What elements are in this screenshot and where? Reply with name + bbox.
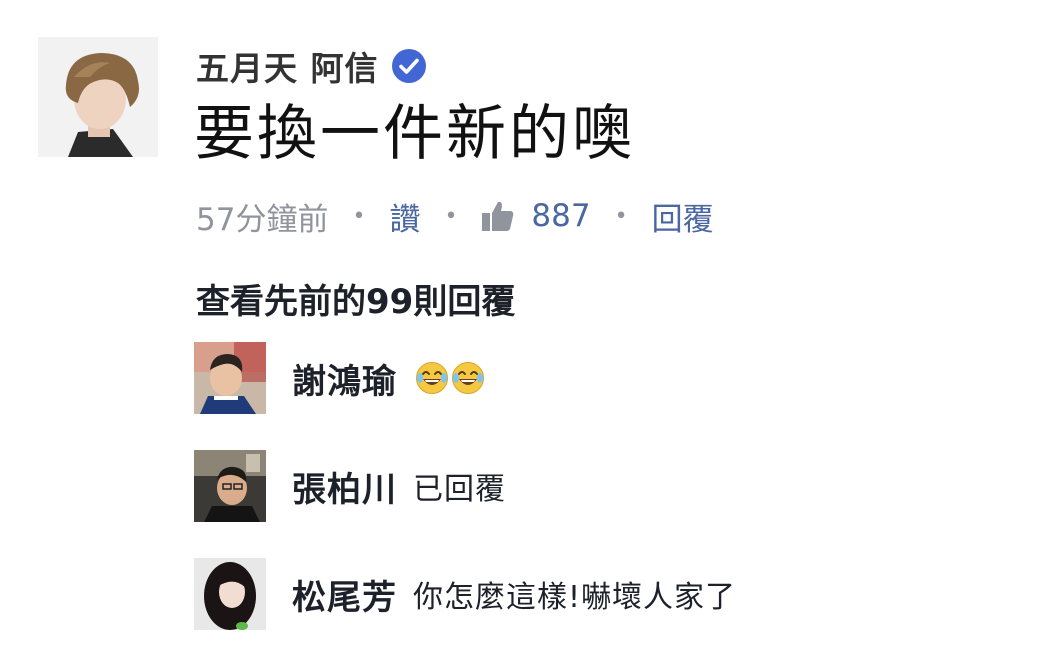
comment-text: 已回覆	[413, 472, 506, 507]
like-button[interactable]: 讚	[389, 194, 420, 239]
view-previous-replies-link[interactable]: 查看先前的99則回覆	[196, 274, 515, 323]
author-avatar-image	[38, 37, 158, 157]
reply-button[interactable]: 回覆	[652, 194, 714, 239]
laughing-tears-emoji-icon	[451, 361, 485, 395]
author-name[interactable]: 五月天 阿信	[196, 42, 379, 90]
commenter-name[interactable]: 松尾芳	[292, 570, 397, 619]
comment-content: 松尾芳 你怎麼這樣!嚇壞人家了	[292, 566, 736, 622]
commenter-avatar[interactable]	[194, 450, 266, 522]
separator-dot: •	[614, 203, 628, 229]
post-text: 要換一件新的噢	[194, 99, 635, 169]
post-header: 五月天 阿信	[196, 44, 427, 88]
thumbs-up-icon	[481, 199, 515, 233]
laughing-tears-emoji-icon	[415, 361, 449, 395]
post-meta: 57分鐘前 • 讚 • 887 • 回覆	[196, 192, 714, 240]
commenter-name[interactable]: 謝鴻瑜	[292, 354, 397, 403]
separator-dot: •	[444, 203, 458, 229]
author-avatar[interactable]	[38, 37, 158, 157]
commenter-avatar[interactable]	[194, 342, 266, 414]
comment-content: 謝鴻瑜	[292, 350, 485, 406]
commenter-name[interactable]: 張柏川	[292, 462, 397, 511]
like-count[interactable]: 887	[531, 198, 590, 234]
commenter-avatar[interactable]	[194, 558, 266, 630]
verified-check-icon	[391, 48, 427, 84]
comment-content: 張柏川 已回覆	[292, 458, 506, 514]
separator-dot: •	[352, 203, 366, 229]
post-timestamp[interactable]: 57分鐘前	[196, 194, 328, 239]
comment-text: 你怎麼這樣!嚇壞人家了	[413, 580, 737, 615]
